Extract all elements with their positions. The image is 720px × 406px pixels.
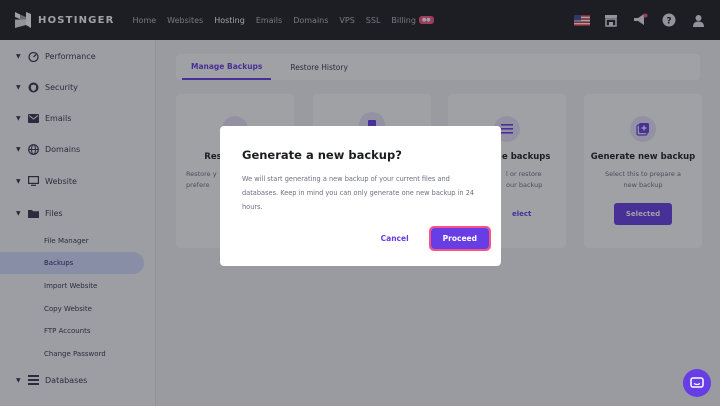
chat-icon [690,376,704,388]
generate-backup-dialog: Generate a new backup? We will start gen… [220,126,501,266]
dialog-title: Generate a new backup? [242,148,402,162]
proceed-button[interactable]: Proceed [428,226,492,251]
dialog-actions: Cancel Proceed [381,226,492,251]
live-chat-button[interactable] [683,369,711,397]
dialog-message: We will start generating a new backup of… [242,175,475,211]
cancel-button[interactable]: Cancel [381,234,409,243]
